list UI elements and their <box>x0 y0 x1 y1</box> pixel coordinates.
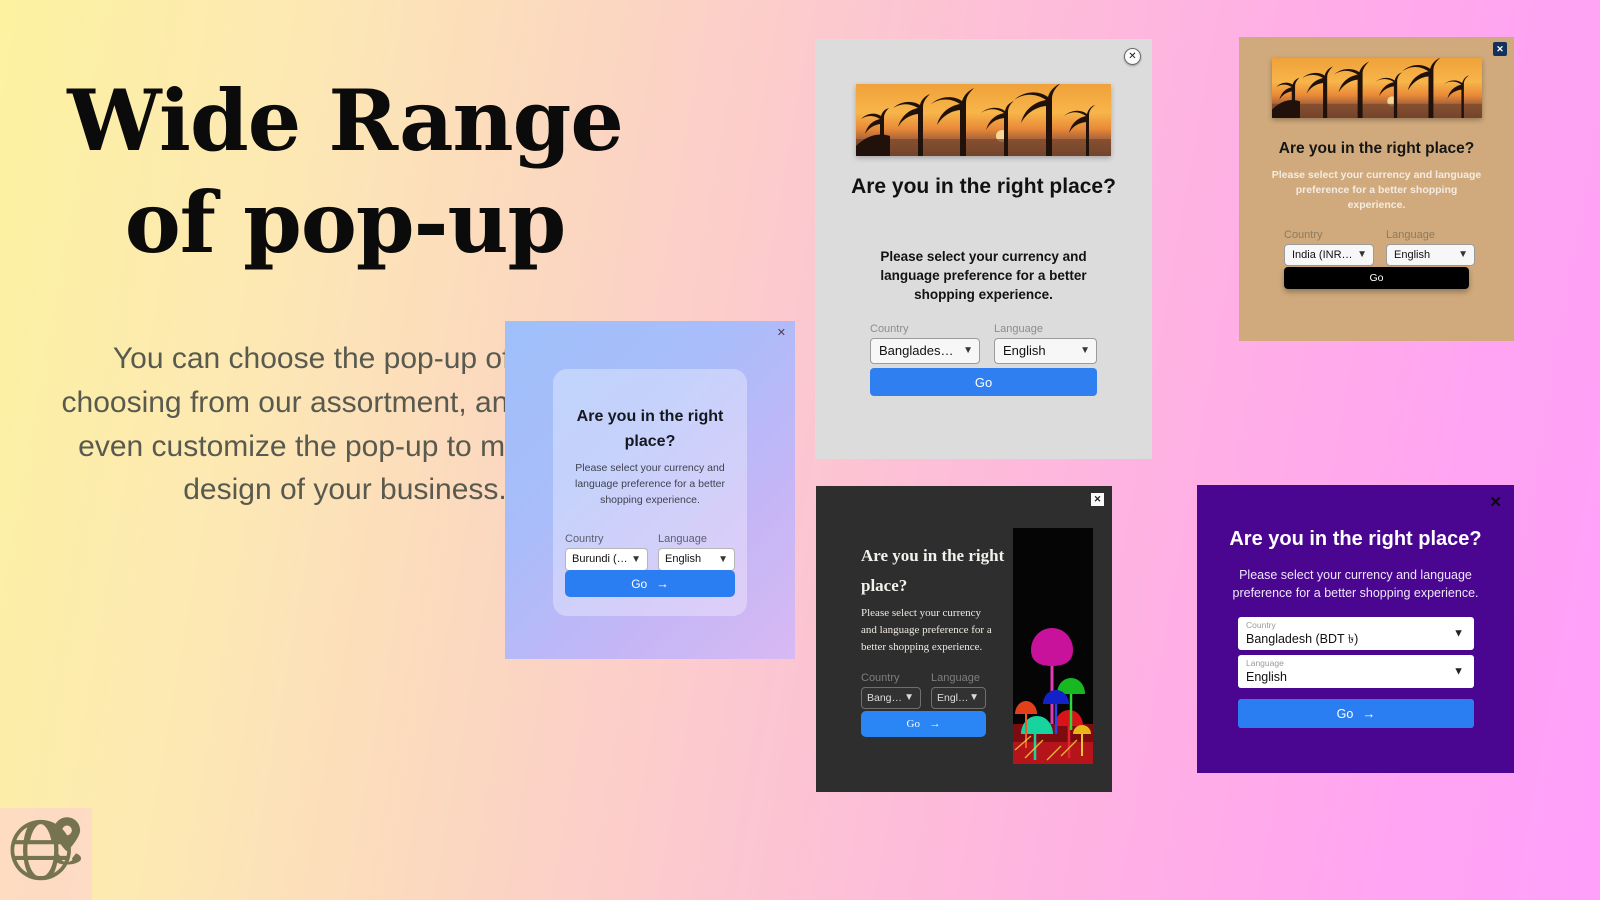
popup-title: Are you in the right place? <box>861 546 1005 595</box>
language-select-wrap[interactable]: English ▼ <box>994 338 1097 364</box>
close-icon[interactable]: ✕ <box>1124 48 1141 65</box>
arrow-right-icon: → <box>656 576 669 591</box>
language-label: Language <box>658 533 707 545</box>
brand-logo <box>0 808 92 900</box>
language-select[interactable]: English <box>1386 244 1475 266</box>
popup-card-gray[interactable]: ✕ Are you in the right place? Please sel… <box>815 39 1152 459</box>
language-label: Language <box>1246 658 1284 668</box>
popup-subtitle: Please select your currency and language… <box>574 462 726 506</box>
popup-fields: Country Banglad... ▼ Language English ▼ <box>861 672 986 714</box>
go-button-label: Go <box>974 374 993 390</box>
page-title: Wide Range of pop-up <box>67 71 624 273</box>
go-button-label: Go <box>1336 706 1354 721</box>
language-select[interactable]: English <box>994 338 1097 364</box>
language-label: Language <box>1386 229 1435 241</box>
country-label: Country <box>565 533 604 545</box>
country-label: Country <box>861 672 900 684</box>
chevron-down-icon: ▼ <box>1453 665 1464 677</box>
language-select[interactable]: English <box>658 548 735 571</box>
arrow-right-icon: → <box>928 718 941 730</box>
close-icon[interactable]: ✕ <box>777 328 786 339</box>
language-label: Language <box>994 323 1043 335</box>
neon-mushrooms-photo <box>1013 528 1093 764</box>
country-label: Country <box>1284 229 1323 241</box>
country-select[interactable]: Country Bangladesh (BDT ৳) ▼ <box>1238 617 1474 650</box>
popup-subtitle: Please select your currency and language… <box>1232 568 1479 601</box>
go-button[interactable]: Go → <box>1238 699 1474 728</box>
popup-title: Are you in the right place? <box>576 408 724 450</box>
popup-card-dark[interactable]: ✕ Are you in the right place? Please sel… <box>816 486 1112 792</box>
language-select-wrap[interactable]: English ▼ <box>658 548 735 571</box>
globe-location-pin-icon <box>4 812 88 896</box>
language-select[interactable]: Language English ▼ <box>1238 655 1474 688</box>
country-select-wrap[interactable]: Burundi (BIF Fr) ▼ <box>565 548 648 571</box>
country-select[interactable]: Banglad... <box>861 687 921 709</box>
go-button-label: Go <box>1369 272 1384 284</box>
country-select[interactable]: Burundi (BIF Fr) <box>565 548 648 571</box>
country-value: Bangladesh (BDT ৳) <box>1246 632 1359 646</box>
language-select[interactable]: English <box>931 687 986 709</box>
close-icon[interactable]: ✕ <box>1489 495 1502 510</box>
go-button[interactable]: Go <box>1284 267 1469 289</box>
country-label: Country <box>1246 620 1276 630</box>
go-button-label: Go <box>631 576 648 591</box>
popup-fields: Country Bangladesh (B... ▼ Language Engl… <box>870 323 1097 369</box>
popup-title: Are you in the right place? <box>1229 528 1482 550</box>
popup-fields: Country Bangladesh (BDT ৳) ▼ Language En… <box>1238 617 1474 693</box>
country-select-wrap[interactable]: Bangladesh (B... ▼ <box>870 338 980 364</box>
popup-subtitle: Please select your currency and language… <box>880 249 1087 303</box>
country-select[interactable]: Bangladesh (B... <box>870 338 980 364</box>
close-icon[interactable]: ✕ <box>1091 493 1104 506</box>
language-field: Language English ▼ <box>1386 229 1475 271</box>
country-field: Country Banglad... ▼ <box>861 672 921 714</box>
popup-title: Are you in the right place? <box>851 175 1116 198</box>
country-select[interactable]: India (INR ₹) <box>1284 244 1374 266</box>
popup-title: Are you in the right place? <box>1278 140 1475 157</box>
go-button-label: Go <box>906 718 920 730</box>
popup-subtitle: Please select your currency and language… <box>861 607 992 654</box>
language-label: Language <box>931 672 980 684</box>
go-button[interactable]: Go → <box>861 711 986 737</box>
popup-card-blue[interactable]: ✕ Are you in the right place? Please sel… <box>505 321 795 659</box>
chevron-down-icon: ▼ <box>1453 627 1464 639</box>
go-button[interactable]: Go <box>870 368 1097 396</box>
language-select-wrap[interactable]: English ▼ <box>1386 244 1475 266</box>
close-icon[interactable]: ✕ <box>1493 42 1507 56</box>
popup-card-tan[interactable]: ✕ Are you in the right place? Please sel… <box>1239 37 1514 341</box>
palm-trees-sunset-photo <box>856 84 1111 156</box>
palm-trees-sunset-photo <box>1272 58 1482 118</box>
popup-fields: Country India (INR ₹) ▼ Language English… <box>1284 229 1475 271</box>
country-select-wrap[interactable]: Banglad... ▼ <box>861 687 921 709</box>
language-value: English <box>1246 670 1287 684</box>
language-select-wrap[interactable]: English ▼ <box>931 687 986 709</box>
language-field: Language English ▼ <box>994 323 1097 369</box>
country-field: Country Bangladesh (B... ▼ <box>870 323 980 369</box>
arrow-right-icon: → <box>1362 706 1376 721</box>
country-label: Country <box>870 323 909 335</box>
popup-subtitle: Please select your currency and language… <box>1271 169 1482 212</box>
language-field: Language English ▼ <box>931 672 986 714</box>
popup-card-purple[interactable]: ✕ Are you in the right place? Please sel… <box>1197 485 1514 773</box>
country-select-wrap[interactable]: India (INR ₹) ▼ <box>1284 244 1374 266</box>
go-button[interactable]: Go → <box>565 570 735 597</box>
country-field: Country India (INR ₹) ▼ <box>1284 229 1374 271</box>
